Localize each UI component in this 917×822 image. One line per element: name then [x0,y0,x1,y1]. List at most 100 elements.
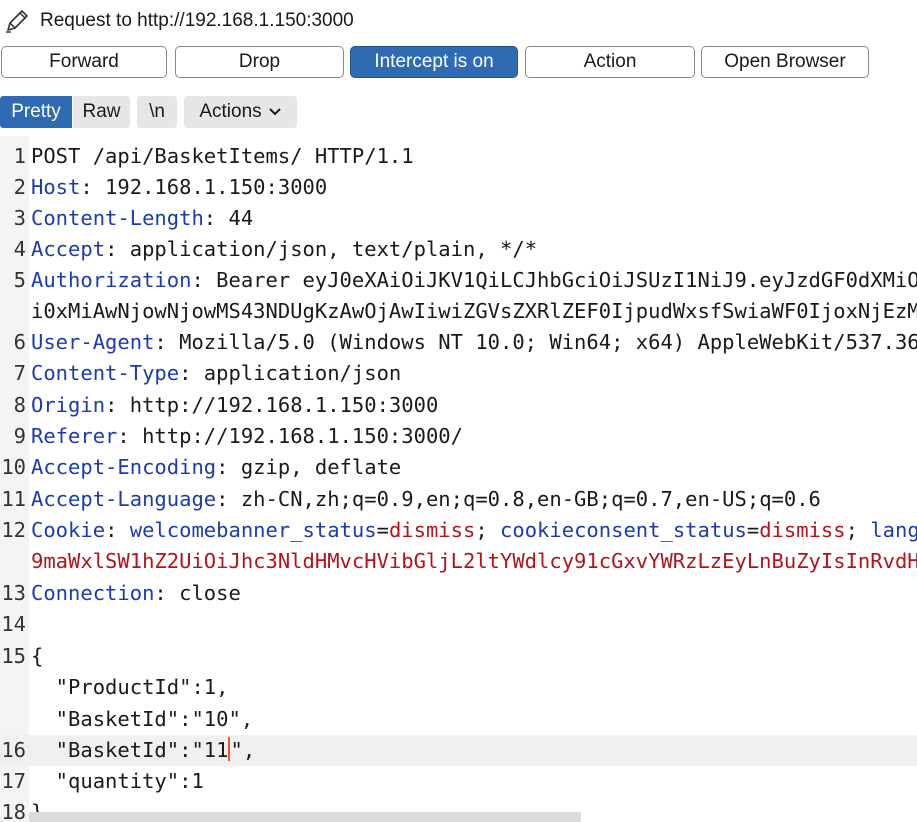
code-token: : 44 [203,206,254,230]
horizontal-scrollbar[interactable] [29,812,581,822]
code-line[interactable]: 3 Content-Length: 44 [0,203,917,234]
code-line[interactable]: i0xMiAwNjowNjowMS43NDUgKzAwOjAwIiwiZGVsZ… [0,296,917,327]
code-text: User-Agent: Mozilla/5.0 (Windows NT 10.0… [31,327,917,358]
line-number: 13 [1,581,26,605]
header-name: Host [31,175,81,199]
code-text: "ProductId":1, [31,672,229,703]
action-button[interactable]: Action [525,46,695,78]
line-number: 1 [13,144,26,168]
header-name: Accept-Encoding [31,455,217,479]
code-text: Accept-Encoding: gzip, deflate [31,452,401,483]
code-token: = [376,518,389,542]
code-token: : application/json [179,361,402,385]
header-name: Authorization [31,268,192,292]
header-name: Referer [31,424,118,448]
code-line[interactable]: 8 Origin: http://192.168.1.150:3000 [0,390,917,421]
actions-dropdown-label: Actions [199,101,262,122]
code-text: Content-Length: 44 [31,203,253,234]
code-line[interactable]: 9 Referer: http://192.168.1.150:3000/ [0,421,917,452]
line-number: 15 [1,644,26,668]
line-number: 10 [1,455,26,479]
code-line[interactable]: 14 [0,609,917,640]
header-name: Origin [31,393,106,417]
code-text: i0xMiAwNjowNjowMS43NDUgKzAwOjAwIiwiZGVsZ… [31,296,917,327]
header-name: Connection [31,581,155,605]
tab-pretty[interactable]: Pretty [0,96,72,128]
code-line[interactable]: 2 Host: 192.168.1.150:3000 [0,172,917,203]
newline-toggle-button[interactable]: \n [137,96,177,128]
code-line[interactable]: 5 Authorization: Bearer eyJ0eXAiOiJKV1QiL… [0,265,917,296]
code-token: "BasketId":"10", [31,707,254,731]
cookie-name: langua [870,518,917,542]
code-line[interactable]: 16 "BasketId":"11", [0,735,917,766]
header-name: Content-Type [31,361,180,385]
request-editor[interactable]: 1 POST /api/BasketItems/ HTTP/1.1 2 Host: 1… [0,136,917,822]
code-token: : 192.168.1.150:3000 [80,175,328,199]
line-number: 3 [13,206,26,230]
tab-raw[interactable]: Raw [73,96,130,128]
header-name: Accept-Language [31,487,217,511]
code-text: { [31,641,43,672]
line-number: 9 [13,424,26,448]
code-token: POST /api/BasketItems/ HTTP/1.1 [31,144,414,168]
code-line[interactable]: 17 "quantity":1 [0,766,917,797]
code-line[interactable]: "ProductId":1, [0,672,917,703]
cookie-name: cookieconsent_status [500,518,747,542]
code-token: : zh-CN,zh;q=0.9,en;q=0.8,en-GB;q=0.7,en… [216,487,821,511]
cookie-value: dismiss [759,518,846,542]
header-name: Accept [31,237,106,261]
code-line[interactable]: 13 Connection: close [0,578,917,609]
code-text: POST /api/BasketItems/ HTTP/1.1 [31,141,414,172]
code-text: Referer: http://192.168.1.150:3000/ [31,421,463,452]
code-text: Accept-Language: zh-CN,zh;q=0.9,en;q=0.8… [31,484,821,515]
line-number: 2 [13,175,26,199]
cookie-name: welcomebanner_status [129,518,377,542]
code-token: = [746,518,760,542]
intercept-toggle-button[interactable]: Intercept is on [350,46,518,78]
actions-dropdown[interactable]: Actions [184,96,297,128]
cookie-value: dismiss [388,518,476,542]
code-token: : close [154,581,241,605]
forward-button[interactable]: Forward [1,46,167,78]
code-line[interactable]: 4 Accept: application/json, text/plain, *… [0,234,917,265]
header-name: User-Agent [31,330,155,354]
code-line[interactable]: 7 Content-Type: application/json [0,358,917,389]
line-number: 12 [1,518,26,542]
chevron-down-icon [268,108,281,116]
code-text: Connection: close [31,578,241,609]
code-text: Host: 192.168.1.150:3000 [31,172,327,203]
code-token: : [105,518,130,542]
code-token: : application/json, text/plain, */* [105,237,538,261]
line-number: 8 [13,393,26,417]
code-token: : Mozilla/5.0 (Windows NT 10.0; Win64; x… [154,330,917,354]
code-token: ", [230,738,256,762]
line-number: 4 [13,237,26,261]
line-number: 14 [1,612,26,636]
code-token: ; [845,518,871,542]
intercept-toolbar: Forward Drop Intercept is on Action Open… [0,46,917,80]
line-number: 16 [1,738,26,762]
line-number: 5 [13,268,26,292]
code-token: "BasketId":"11 [31,738,229,762]
code-line[interactable]: 12 Cookie: welcomebanner_status=dismiss; … [0,515,917,546]
code-line[interactable]: 1 POST /api/BasketItems/ HTTP/1.1 [0,141,917,172]
code-line[interactable]: 6 User-Agent: Mozilla/5.0 (Windows NT 10.… [0,327,917,358]
code-token: ; [475,518,501,542]
title-bar: Request to http://192.168.1.150:3000 [0,0,917,42]
code-text: Accept: application/json, text/plain, */… [31,234,537,265]
code-line[interactable]: 9maWxlSW1hZ2UiOiJhc3NldHMvcHVibGljL2ltYW… [0,546,917,577]
line-number: 7 [13,361,26,385]
code-line[interactable]: 15{ [0,641,917,672]
open-browser-button[interactable]: Open Browser [701,46,869,78]
code-line[interactable]: 10 Accept-Encoding: gzip, deflate [0,452,917,483]
code-line[interactable]: "BasketId":"10", [0,704,917,735]
header-name: Content-Length [31,206,204,230]
code-text: Authorization: Bearer eyJ0eXAiOiJKV1QiLC… [31,265,917,296]
code-text: 9maWxlSW1hZ2UiOiJhc3NldHMvcHVibGljL2ltYW… [31,546,917,577]
code-token: : Bearer eyJ0eXAiOiJKV1QiLCJhbGciOiJSUzI… [191,268,917,292]
code-token: i0xMiAwNjowNjowMS43NDUgKzAwOjAwIiwiZGVsZ… [31,299,917,323]
pencil-icon [6,10,28,33]
code-text: Content-Type: application/json [31,358,401,389]
code-line[interactable]: 11 Accept-Language: zh-CN,zh;q=0.9,en;q=0… [0,484,917,515]
drop-button[interactable]: Drop [175,46,344,78]
